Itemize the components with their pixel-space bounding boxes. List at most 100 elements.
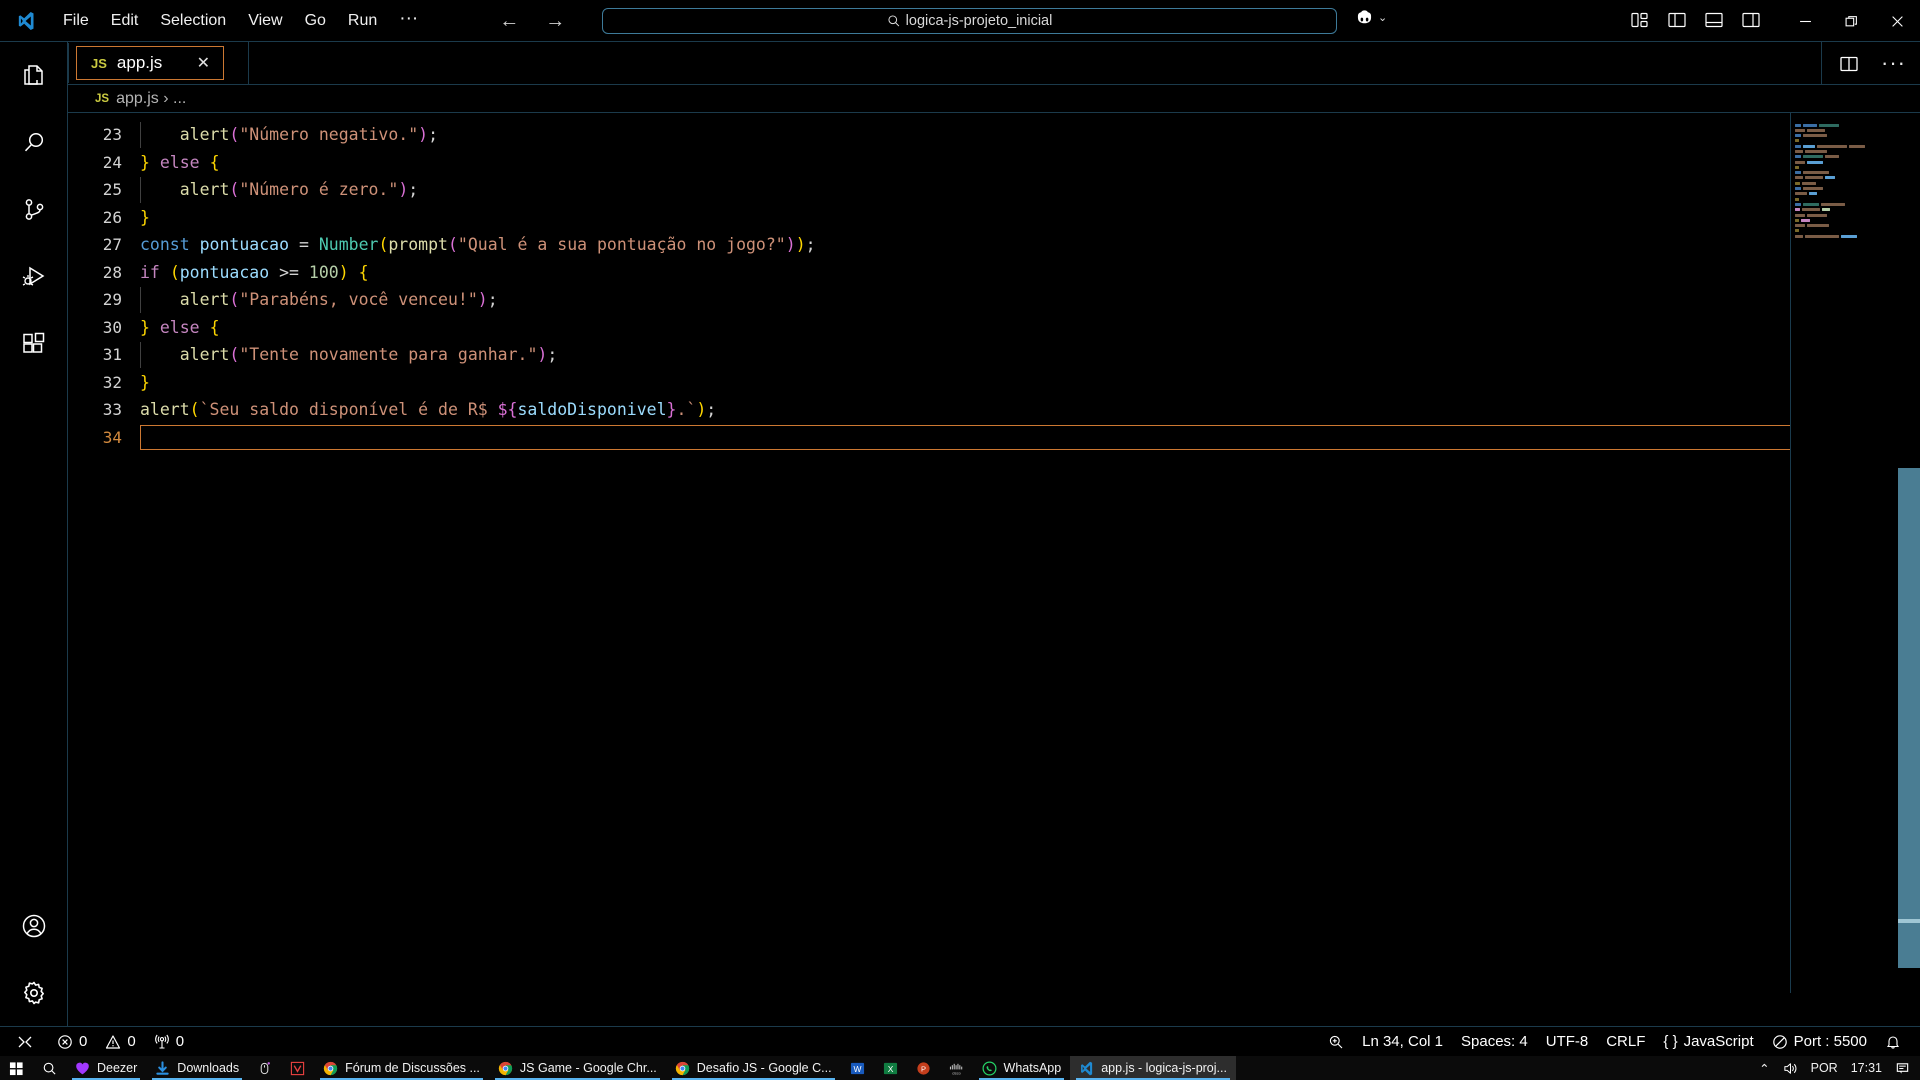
sidebar-item-run-and-debug[interactable] — [0, 243, 68, 310]
status-encoding[interactable]: UTF-8 — [1537, 1027, 1598, 1057]
menu-edit[interactable]: Edit — [100, 8, 150, 34]
minimap-token — [1805, 234, 1839, 238]
toggle-primary-sidebar-icon[interactable] — [1667, 10, 1687, 30]
status-language-mode[interactable]: { } JavaScript — [1654, 1027, 1762, 1057]
tab-app-js[interactable]: JS app.js ✕ — [68, 43, 224, 83]
code-line[interactable]: 31 alert("Tente novamente para ganhar.")… — [68, 341, 1920, 369]
status-problems-warnings[interactable]: 0 — [96, 1027, 144, 1057]
status-live-server-port[interactable]: Port : 5500 — [1763, 1027, 1876, 1057]
split-editor-icon[interactable] — [1839, 54, 1859, 74]
chevron-down-icon[interactable]: ⌄ — [1378, 11, 1387, 24]
menu-selection[interactable]: Selection — [149, 8, 237, 34]
code-line[interactable]: 30} else { — [68, 314, 1920, 342]
minimap-line — [1795, 160, 1895, 164]
code-line[interactable]: 33 alert(`Seu saldo disponível é de R$ ${… — [68, 396, 1920, 424]
menu-more-icon[interactable]: ··· — [388, 9, 429, 28]
restore-button[interactable] — [1828, 0, 1874, 42]
status-eol[interactable]: CRLF — [1597, 1027, 1654, 1057]
taskbar-item-vivaldi-app[interactable] — [281, 1056, 314, 1080]
code-line[interactable]: 27 const pontuacao = Number(prompt("Qual … — [68, 231, 1920, 259]
minimap-token — [1841, 234, 1857, 238]
menu-run[interactable]: Run — [337, 8, 388, 34]
copilot-menu[interactable]: ⌄ — [1355, 8, 1387, 27]
code-text: const pontuacao = Number(prompt("Qual é … — [140, 235, 816, 255]
taskbar-item-mouse-utility[interactable] — [248, 1056, 281, 1080]
notification-icon[interactable] — [1895, 1061, 1910, 1076]
status-editor-zoom[interactable] — [1319, 1027, 1353, 1057]
close-button[interactable] — [1874, 0, 1920, 42]
indent-guide — [140, 122, 141, 148]
taskbar-item-cisco[interactable]: cisco — [940, 1056, 973, 1080]
minimap-token — [1809, 192, 1817, 196]
status-bar-right: Ln 34, Col 1 Spaces: 4 UTF-8 CRLF { } Ja… — [1319, 1027, 1920, 1057]
code-editor[interactable]: 23 alert("Número negativo."); 24} else {2… — [68, 113, 1920, 993]
minimap-token — [1805, 149, 1827, 153]
code-line[interactable]: 25 alert("Número é zero."); — [68, 176, 1920, 204]
menu-file[interactable]: File — [52, 8, 100, 34]
sidebar-item-source-control[interactable] — [0, 176, 68, 243]
minimap-content — [1795, 123, 1895, 240]
menu-go[interactable]: Go — [294, 8, 337, 34]
settings-button[interactable] — [0, 959, 68, 1026]
breadcrumb-path[interactable]: app.js › ... — [116, 90, 186, 108]
taskbar-item-taskbar-search[interactable] — [33, 1056, 66, 1080]
taskbar-item-chrome-forum[interactable]: Fórum de Discussões ... — [314, 1056, 489, 1080]
code-line[interactable]: 29 alert("Parabéns, você venceu!"); — [68, 286, 1920, 314]
code-line[interactable]: 26} — [68, 204, 1920, 232]
taskbar-item-excel[interactable]: X — [874, 1056, 907, 1080]
minimap-token — [1795, 208, 1800, 212]
code-line[interactable]: 28 if (pontuacao >= 100) { — [68, 259, 1920, 287]
taskbar-item-downloads[interactable]: Downloads — [146, 1056, 248, 1080]
status-cursor-position[interactable]: Ln 34, Col 1 — [1353, 1027, 1452, 1057]
taskbar-item-deezer[interactable]: Deezer — [66, 1056, 146, 1080]
taskbar-item-whatsapp[interactable]: WhatsApp — [973, 1056, 1071, 1080]
code-line[interactable]: 24} else { — [68, 149, 1920, 177]
status-problems-errors[interactable]: 0 — [48, 1027, 96, 1057]
tray-language[interactable]: POR — [1811, 1061, 1838, 1075]
taskbar-item-powerpoint[interactable]: P — [907, 1056, 940, 1080]
status-indentation[interactable]: Spaces: 4 — [1452, 1027, 1537, 1057]
sidebar-item-explorer[interactable] — [0, 42, 68, 109]
speaker-icon[interactable] — [1783, 1061, 1798, 1076]
toggle-secondary-sidebar-icon[interactable] — [1741, 10, 1761, 30]
sidebar-item-extensions[interactable] — [0, 310, 68, 377]
code-line[interactable]: 32} — [68, 369, 1920, 397]
scrollbar-thumb[interactable] — [1898, 468, 1920, 968]
source-control-icon — [25, 198, 43, 220]
go-forward-icon[interactable]: → — [545, 11, 565, 31]
taskbar-item-chrome-desafio-js[interactable]: Desafio JS - Google C... — [666, 1056, 841, 1080]
tray-expand-icon[interactable]: ⌃ — [1759, 1061, 1769, 1076]
accounts-button[interactable] — [0, 892, 68, 959]
code-line[interactable]: 34 — [68, 424, 1920, 452]
line-number: 24 — [102, 152, 122, 172]
toggle-panel-icon[interactable] — [1704, 10, 1724, 30]
code-text: alert("Tente novamente para ganhar."); — [179, 345, 558, 365]
more-actions-icon[interactable]: ··· — [1881, 52, 1906, 74]
taskbar-item-vscode-window[interactable]: app.js - logica-js-proj... — [1070, 1056, 1236, 1080]
customize-layout-icon[interactable] — [1630, 10, 1650, 30]
code-line[interactable]: 23 alert("Número negativo."); — [68, 121, 1920, 149]
vertical-scrollbar[interactable] — [1898, 113, 1920, 993]
sidebar-item-search[interactable] — [0, 109, 68, 176]
status-ports[interactable]: 0 — [145, 1027, 193, 1057]
close-icon[interactable]: ✕ — [194, 53, 213, 73]
command-center-search[interactable]: logica-js-projeto_inicial — [602, 8, 1337, 34]
account-icon — [22, 914, 45, 937]
minimap-line — [1795, 197, 1895, 201]
taskbar-item-start[interactable] — [0, 1056, 33, 1080]
activity-bar — [0, 42, 68, 1026]
status-notifications[interactable] — [1876, 1027, 1910, 1057]
minimap[interactable] — [1790, 113, 1898, 993]
minimap-token — [1795, 187, 1801, 191]
go-back-icon[interactable]: ← — [499, 11, 519, 31]
status-remote-indicator[interactable] — [8, 1027, 48, 1057]
minimap-line — [1795, 155, 1895, 159]
taskbar-item-chrome-js-game[interactable]: JS Game - Google Chr... — [489, 1056, 666, 1080]
tray-clock[interactable]: 17:31 — [1851, 1061, 1882, 1075]
vscode-logo-icon — [0, 11, 52, 31]
svg-text:W: W — [853, 1063, 861, 1073]
minimize-button[interactable] — [1782, 0, 1828, 42]
status-bar-left: 0 0 0 — [0, 1027, 193, 1057]
menu-view[interactable]: View — [237, 8, 293, 34]
taskbar-item-word[interactable]: W — [841, 1056, 874, 1080]
